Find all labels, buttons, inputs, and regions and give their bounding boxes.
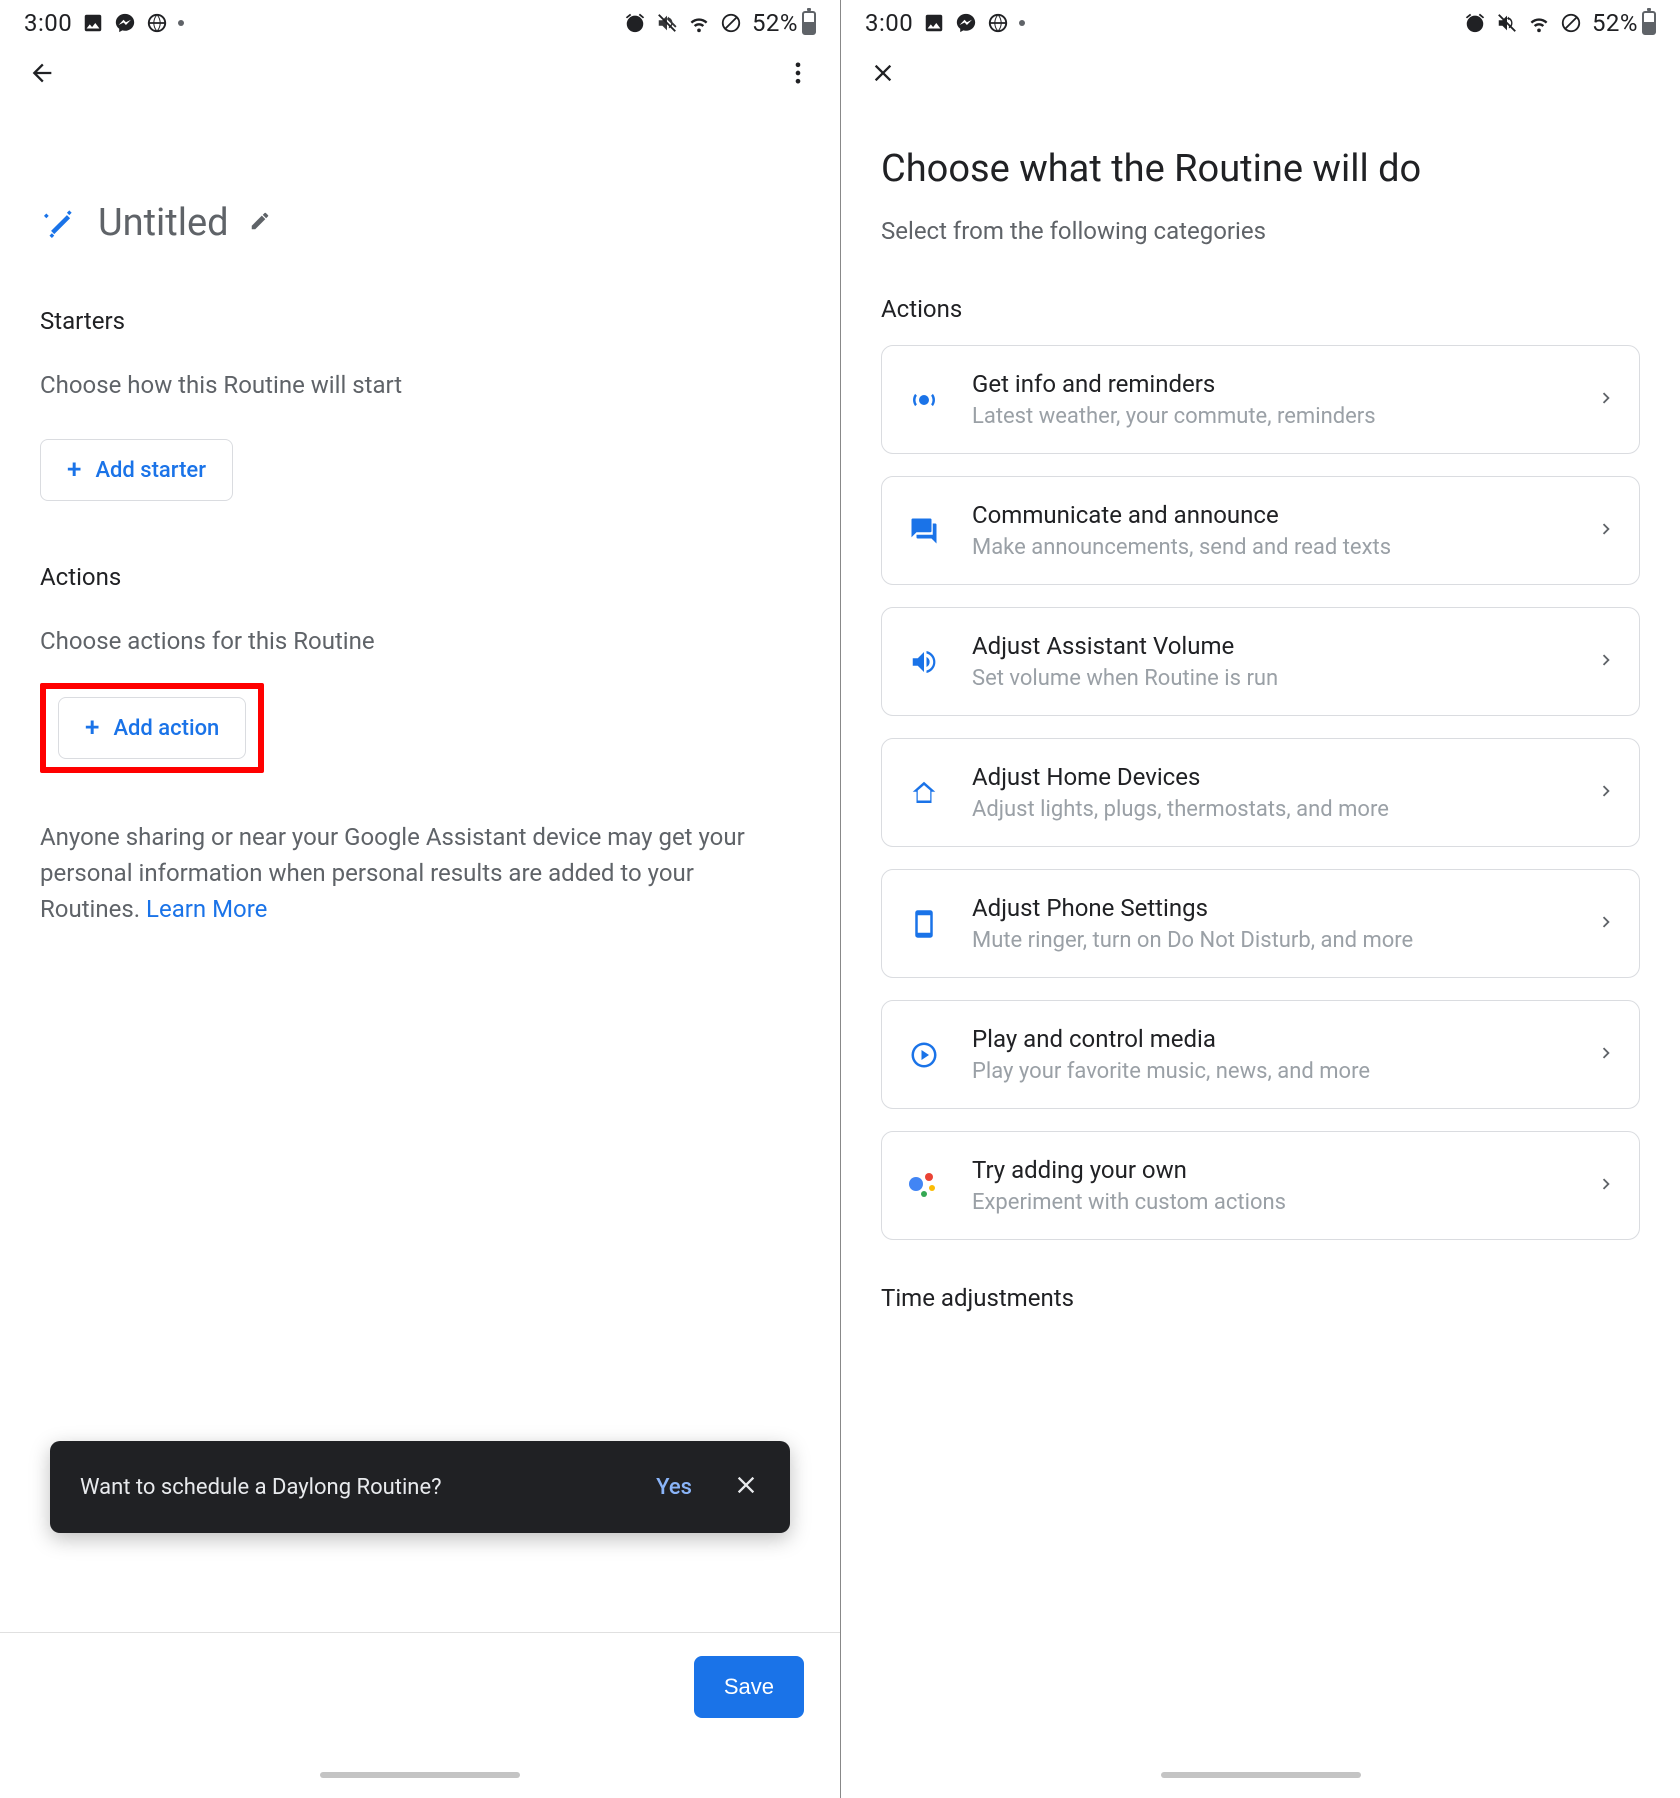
broadcast-icon — [904, 385, 944, 415]
back-button[interactable] — [20, 51, 64, 95]
card-title: Get info and reminders — [972, 370, 1595, 398]
dnd-icon — [1560, 12, 1582, 34]
snackbar-close-button[interactable] — [732, 1471, 760, 1503]
annotation-highlight: + Add action — [40, 683, 264, 773]
battery-indicator: 52% — [1592, 9, 1656, 37]
routine-title: Untitled — [98, 201, 229, 245]
card-custom[interactable]: Try adding your own Experiment with custo… — [881, 1131, 1640, 1240]
dnd-icon — [720, 12, 742, 34]
card-get-info[interactable]: Get info and reminders Latest weather, yo… — [881, 345, 1640, 454]
photos-icon — [82, 12, 104, 34]
snackbar: Want to schedule a Daylong Routine? Yes — [50, 1441, 790, 1533]
alarm-icon — [1464, 12, 1486, 34]
overflow-menu-button[interactable] — [776, 51, 820, 95]
add-starter-label: Add starter — [95, 458, 206, 483]
clock-text: 3:00 — [24, 9, 72, 37]
vibrate-icon — [656, 12, 678, 34]
snackbar-yes-button[interactable]: Yes — [656, 1475, 692, 1500]
battery-indicator: 52% — [752, 9, 816, 37]
actions-heading: Actions — [40, 563, 800, 591]
screen-routine-editor: 3:00 52% Untitled — [0, 0, 840, 1798]
sports-icon — [146, 12, 168, 34]
card-title: Communicate and announce — [972, 501, 1595, 529]
app-bar — [841, 45, 1680, 101]
page-subtitle: Select from the following categories — [881, 217, 1640, 245]
routine-title-row[interactable]: Untitled — [40, 201, 800, 245]
sports-icon — [987, 12, 1009, 34]
snackbar-message: Want to schedule a Daylong Routine? — [80, 1475, 656, 1500]
wifi-icon — [688, 12, 710, 34]
actions-description: Choose actions for this Routine — [40, 627, 800, 655]
card-desc: Mute ringer, turn on Do Not Disturb, and… — [972, 928, 1595, 953]
gesture-bar — [320, 1772, 520, 1778]
actions-section-heading: Actions — [881, 295, 1640, 323]
status-bar: 3:00 52% — [0, 0, 840, 45]
card-title: Try adding your own — [972, 1156, 1595, 1184]
disclosure-text: Anyone sharing or near your Google Assis… — [40, 819, 770, 927]
card-desc: Experiment with custom actions — [972, 1190, 1595, 1215]
chevron-right-icon — [1595, 518, 1617, 544]
page-title: Choose what the Routine will do — [881, 147, 1640, 191]
wand-icon — [40, 204, 78, 242]
card-desc: Make announcements, send and read texts — [972, 535, 1595, 560]
card-play-media[interactable]: Play and control media Play your favorite… — [881, 1000, 1640, 1109]
card-desc: Play your favorite music, news, and more — [972, 1059, 1595, 1084]
starters-heading: Starters — [40, 307, 800, 335]
screen-choose-action: 3:00 52% Choose what the Routine will do… — [840, 0, 1680, 1798]
play-circle-icon — [904, 1040, 944, 1070]
card-phone-settings[interactable]: Adjust Phone Settings Mute ringer, turn o… — [881, 869, 1640, 978]
chevron-right-icon — [1595, 911, 1617, 937]
chat-icon — [904, 516, 944, 546]
vibrate-icon — [1496, 12, 1518, 34]
add-action-button[interactable]: + Add action — [58, 697, 246, 759]
card-desc: Set volume when Routine is run — [972, 666, 1595, 691]
card-title: Adjust Assistant Volume — [972, 632, 1595, 660]
add-action-label: Add action — [113, 716, 219, 741]
card-communicate[interactable]: Communicate and announce Make announcemen… — [881, 476, 1640, 585]
chevron-right-icon — [1595, 1173, 1617, 1199]
plus-icon: + — [85, 713, 99, 743]
phone-icon — [904, 909, 944, 939]
messenger-icon — [955, 12, 977, 34]
gesture-bar — [1161, 1772, 1361, 1778]
footer-divider — [0, 1632, 840, 1633]
volume-icon — [904, 647, 944, 677]
edit-title-icon[interactable] — [249, 210, 271, 236]
plus-icon: + — [67, 455, 81, 485]
card-title: Adjust Home Devices — [972, 763, 1595, 791]
more-notifications-dot — [178, 20, 184, 26]
save-button[interactable]: Save — [694, 1656, 804, 1718]
more-notifications-dot — [1019, 20, 1025, 26]
chevron-right-icon — [1595, 1042, 1617, 1068]
starters-description: Choose how this Routine will start — [40, 371, 800, 399]
card-title: Play and control media — [972, 1025, 1595, 1053]
add-starter-button[interactable]: + Add starter — [40, 439, 233, 501]
learn-more-link[interactable]: Learn More — [146, 895, 267, 923]
app-bar — [0, 45, 840, 101]
close-button[interactable] — [861, 51, 905, 95]
assistant-icon — [904, 1171, 944, 1201]
time-adjustments-heading: Time adjustments — [881, 1284, 1640, 1312]
chevron-right-icon — [1595, 387, 1617, 413]
chevron-right-icon — [1595, 649, 1617, 675]
card-desc: Adjust lights, plugs, thermostats, and m… — [972, 797, 1595, 822]
status-bar: 3:00 52% — [841, 0, 1680, 45]
card-desc: Latest weather, your commute, reminders — [972, 404, 1595, 429]
messenger-icon — [114, 12, 136, 34]
home-icon — [904, 778, 944, 808]
photos-icon — [923, 12, 945, 34]
chevron-right-icon — [1595, 780, 1617, 806]
card-title: Adjust Phone Settings — [972, 894, 1595, 922]
wifi-icon — [1528, 12, 1550, 34]
card-volume[interactable]: Adjust Assistant Volume Set volume when R… — [881, 607, 1640, 716]
card-home-devices[interactable]: Adjust Home Devices Adjust lights, plugs,… — [881, 738, 1640, 847]
alarm-icon — [624, 12, 646, 34]
clock-text: 3:00 — [865, 9, 913, 37]
